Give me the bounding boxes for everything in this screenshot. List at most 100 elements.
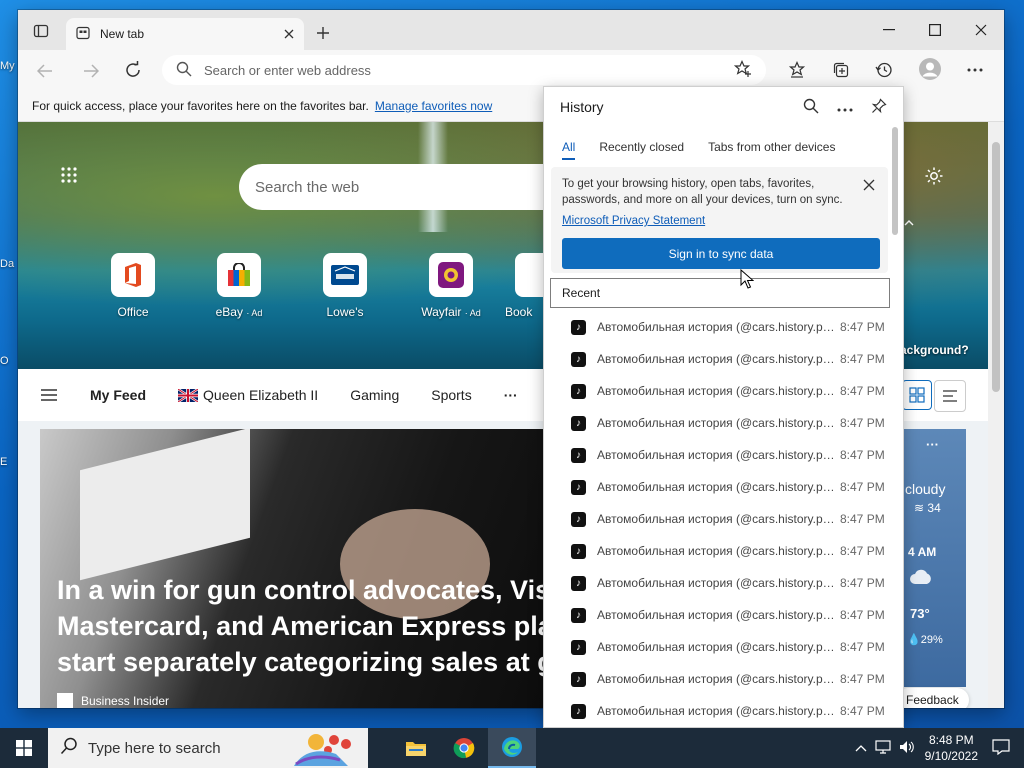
desktop-icon-label[interactable]: My: [0, 60, 15, 72]
feed-tab-sports[interactable]: Sports: [431, 387, 471, 403]
manage-favorites-link[interactable]: Manage favorites now: [375, 99, 492, 113]
history-item-time: 8:47 PM: [840, 512, 885, 526]
volume-icon[interactable]: [899, 740, 915, 757]
feed-tab-gaming[interactable]: Gaming: [350, 387, 399, 403]
privacy-statement-link[interactable]: Microsoft Privacy Statement: [562, 215, 705, 227]
tiktok-icon: ♪: [571, 479, 586, 495]
feed-menu-icon[interactable]: [40, 388, 58, 402]
history-item[interactable]: ♪ Автомобильная история (@cars.history.ph…: [544, 439, 889, 471]
more-menu-icon[interactable]: [964, 59, 986, 81]
windows-start-icon[interactable]: [0, 728, 48, 768]
desktop-icon-label[interactable]: O: [0, 355, 9, 367]
settings-icon[interactable]: [924, 166, 944, 189]
back-icon[interactable]: [34, 60, 56, 82]
feed-tab-queen-elizabeth[interactable]: Queen Elizabeth II: [178, 387, 318, 403]
desktop-icon-label[interactable]: Da: [0, 258, 14, 270]
history-item[interactable]: ♪ Автомобильная история (@cars.history.ph…: [544, 311, 889, 343]
web-search-box[interactable]: Search the web: [239, 164, 569, 210]
tab-actions-icon[interactable]: [30, 20, 52, 42]
address-input[interactable]: [204, 62, 734, 78]
history-scrollbar-thumb[interactable]: [892, 127, 898, 235]
weather-more-icon[interactable]: ···: [926, 437, 939, 452]
file-explorer-icon[interactable]: [392, 728, 440, 768]
weather-card[interactable]: ··· cloudy ≋ 34 4 AM 73° 💧29%: [898, 429, 966, 687]
tiktok-icon: ♪: [571, 639, 586, 655]
favorites-bar-message: For quick access, place your favorites h…: [32, 98, 369, 113]
history-item[interactable]: ♪ Автомобильная история (@cars.history.ph…: [544, 663, 889, 695]
apps-launcher-icon[interactable]: [60, 166, 78, 187]
history-header: History: [544, 87, 903, 127]
collections-icon[interactable]: [830, 59, 852, 81]
quick-link-wayfair[interactable]: Wayfair · Ad: [411, 253, 491, 319]
history-item[interactable]: ♪ Автомобильная история (@cars.history.ph…: [544, 695, 889, 727]
history-item[interactable]: ♪ Автомобильная история (@cars.history.ph…: [544, 471, 889, 503]
address-bar[interactable]: [162, 55, 766, 85]
history-title: History: [560, 99, 604, 115]
list-view-icon[interactable]: [934, 380, 966, 412]
plus-icon[interactable]: [312, 22, 334, 44]
history-item[interactable]: ♪ Автомобильная история (@cars.history.ph…: [544, 343, 889, 375]
quick-link-ebay[interactable]: eBay · Ad: [199, 253, 279, 319]
wayfair-icon: [429, 253, 473, 297]
notifications-icon[interactable]: [992, 738, 1010, 758]
taskbar-search-box[interactable]: Type here to search: [48, 728, 368, 768]
history-scrollbar[interactable]: [892, 127, 898, 727]
history-icon[interactable]: [873, 59, 895, 81]
add-favorite-icon[interactable]: [733, 59, 752, 81]
edge-icon[interactable]: [488, 728, 536, 768]
featured-article-card[interactable]: In a win for gun control advocates, Vis …: [40, 429, 544, 708]
sign-in-sync-button[interactable]: Sign in to sync data: [562, 238, 880, 269]
grid-view-icon[interactable]: [902, 380, 932, 410]
history-item-time: 8:47 PM: [840, 384, 885, 398]
clock-date: 9/10/2022: [924, 749, 978, 763]
feedback-button[interactable]: Feedback: [896, 688, 969, 708]
network-icon[interactable]: [875, 739, 893, 757]
tiktok-icon: ♪: [571, 575, 586, 591]
chevron-up-icon[interactable]: [855, 741, 867, 755]
system-tray: 8:48 PM 9/10/2022: [855, 728, 1024, 768]
pin-icon[interactable]: [871, 97, 887, 117]
history-item[interactable]: ♪ Автомобильная история (@cars.history.ph…: [544, 567, 889, 599]
clock-time: 8:48 PM: [928, 733, 974, 747]
quick-link-booking[interactable]: Book: [505, 253, 545, 319]
page-scrollbar-thumb[interactable]: [992, 142, 1000, 392]
history-item[interactable]: ♪ Автомобильная история (@cars.history.ph…: [544, 631, 889, 663]
history-item-title: Автомобильная история (@cars.history.ph.…: [597, 544, 835, 558]
history-tab-other-devices[interactable]: Tabs from other devices: [708, 140, 835, 154]
history-more-icon[interactable]: [837, 99, 853, 115]
history-item[interactable]: ♪ Автомобильная история (@cars.history.ph…: [544, 407, 889, 439]
favorites-icon[interactable]: [786, 59, 808, 81]
feed-more-icon[interactable]: ···: [504, 387, 518, 403]
quick-link-office[interactable]: Office: [93, 253, 173, 319]
forward-icon[interactable]: [80, 60, 102, 82]
page-scrollbar[interactable]: [988, 122, 1004, 708]
desktop-icon-label[interactable]: E: [0, 456, 7, 468]
history-list: ♪ Автомобильная история (@cars.history.ph…: [544, 311, 889, 727]
ebay-icon: [217, 253, 261, 297]
chevron-up-icon[interactable]: [904, 214, 914, 229]
close-icon[interactable]: [284, 29, 294, 39]
history-item[interactable]: ♪ Автомобильная история (@cars.history.ph…: [544, 599, 889, 631]
profile-avatar-icon[interactable]: [918, 57, 942, 81]
dismiss-close-icon[interactable]: [863, 179, 875, 194]
history-tab-all[interactable]: All: [562, 140, 576, 160]
window-close-icon[interactable]: [958, 10, 1004, 50]
recent-section-header[interactable]: Recent: [550, 278, 890, 308]
chrome-icon[interactable]: [440, 728, 488, 768]
history-item[interactable]: ♪ Автомобильная история (@cars.history.ph…: [544, 375, 889, 407]
tiktok-icon: ♪: [571, 607, 586, 623]
minimize-icon[interactable]: [866, 10, 912, 50]
quick-link-lowes[interactable]: Lowe's: [305, 253, 385, 319]
feed-tab-my-feed[interactable]: My Feed: [90, 387, 146, 403]
history-item[interactable]: ♪ Автомобильная история (@cars.history.ph…: [544, 503, 889, 535]
tab-new-tab[interactable]: New tab: [66, 18, 304, 50]
refresh-icon[interactable]: [122, 59, 144, 81]
maximize-icon[interactable]: [912, 10, 958, 50]
history-tab-recently-closed[interactable]: Recently closed: [599, 140, 684, 154]
article-headline[interactable]: In a win for gun control advocates, Vis …: [57, 572, 544, 680]
history-search-icon[interactable]: [803, 98, 819, 117]
tiktok-icon: ♪: [571, 543, 586, 559]
clock[interactable]: 8:48 PM 9/10/2022: [925, 732, 978, 764]
history-item[interactable]: ♪ Автомобильная история (@cars.history.ph…: [544, 535, 889, 567]
background-question[interactable]: ackground?: [900, 343, 969, 357]
